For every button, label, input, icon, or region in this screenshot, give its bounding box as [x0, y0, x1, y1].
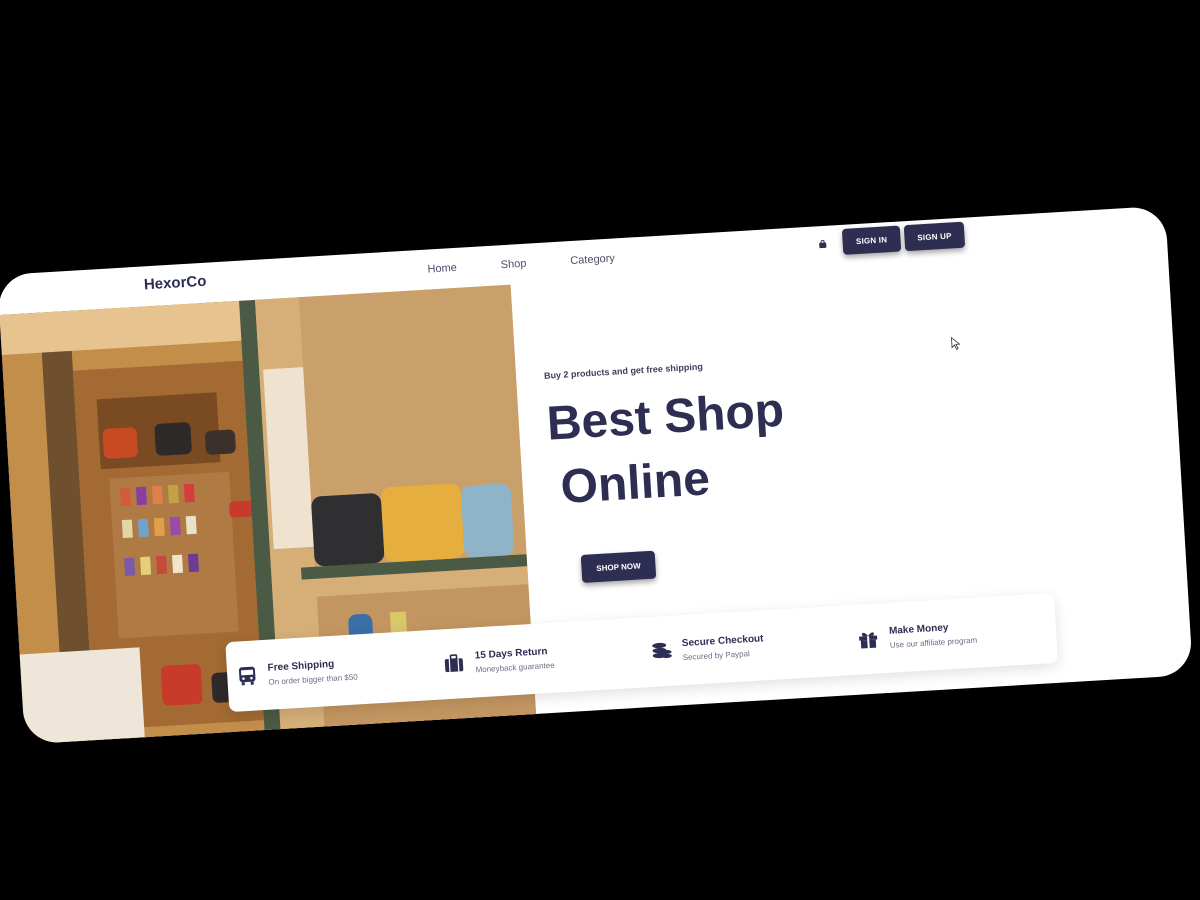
coins-icon — [651, 642, 672, 659]
nav-link-shop[interactable]: Shop — [500, 258, 526, 272]
feature-subtitle: On order bigger than $50 — [268, 672, 358, 687]
feature-free-shipping: Free Shipping On order bigger than $50 — [235, 653, 426, 688]
feature-return: 15 Days Return Moneyback guarantee — [442, 641, 633, 676]
hero-headline: Best Shop Online — [545, 368, 972, 521]
feature-secure-checkout: Secure Checkout Secured by Paypal — [650, 629, 841, 664]
feature-make-money: Make Money Use our affiliate program — [857, 616, 1048, 651]
shop-now-button[interactable]: SHOP NOW — [580, 550, 657, 583]
feature-title: Free Shipping — [267, 658, 335, 674]
feature-subtitle: Use our affiliate program — [889, 635, 978, 650]
feature-subtitle: Secured by Paypal — [682, 649, 751, 663]
navbar: HexorCo Home Shop Category SIGN IN SIGN … — [0, 206, 1167, 315]
feature-title: 15 Days Return — [474, 646, 548, 662]
nav-link-category[interactable]: Category — [570, 252, 615, 267]
gift-icon — [859, 632, 878, 649]
sign-up-button[interactable]: SIGN UP — [903, 221, 966, 252]
feature-subtitle: Moneyback guarantee — [475, 660, 555, 675]
sign-in-button[interactable]: SIGN IN — [841, 225, 902, 255]
shopping-bag-icon[interactable] — [818, 239, 827, 249]
scene: HexorCo Home Shop Category SIGN IN SIGN … — [0, 0, 1200, 900]
brand-logo[interactable]: HexorCo — [143, 273, 206, 294]
nav-links: Home Shop Category — [427, 252, 615, 275]
nav-link-home[interactable]: Home — [427, 262, 457, 276]
feature-title: Secure Checkout — [681, 633, 764, 650]
hero-text: Buy 2 products and get free shipping Bes… — [544, 346, 972, 583]
mouse-cursor-icon — [951, 336, 961, 350]
headline-line1: Best Shop — [545, 383, 786, 451]
website-mockup: HexorCo Home Shop Category SIGN IN SIGN … — [0, 205, 1193, 745]
feature-title: Make Money — [888, 622, 949, 637]
bus-icon — [238, 666, 256, 686]
suitcase-icon — [445, 654, 464, 673]
